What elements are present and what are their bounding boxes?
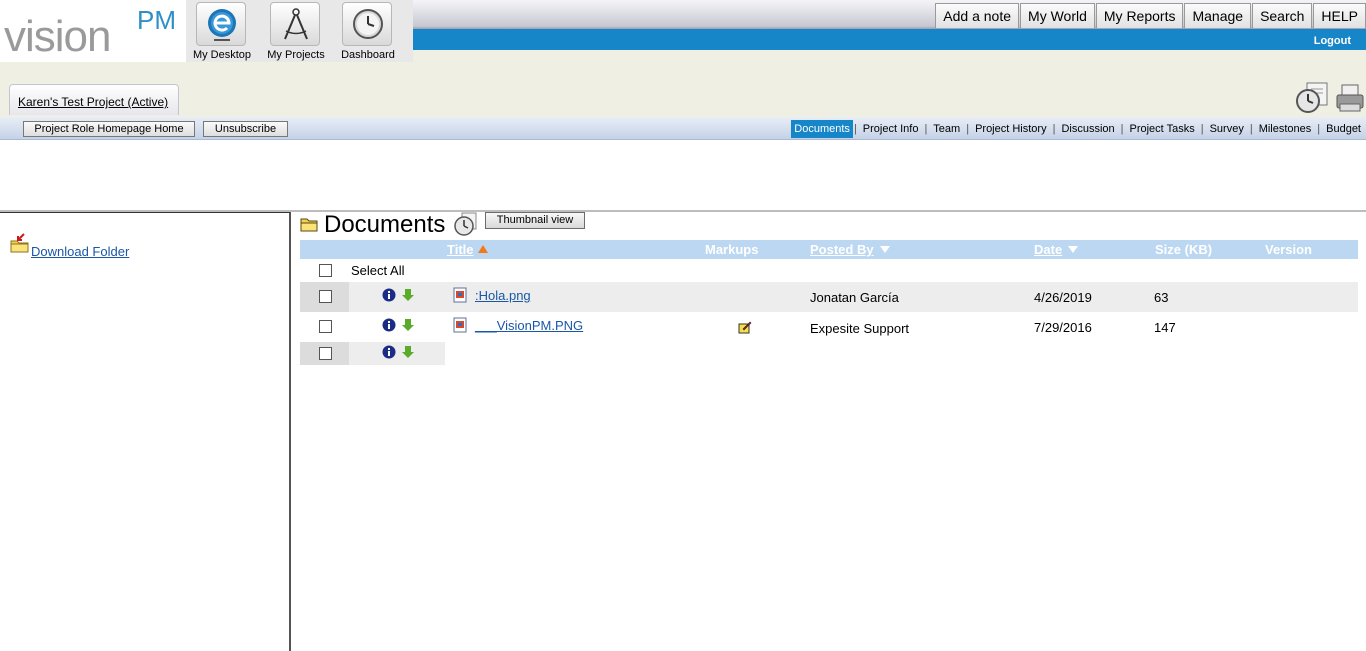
sort-title-link[interactable]: Title [447, 242, 474, 257]
desktop-e-icon [196, 2, 246, 46]
bulk-action-row [300, 342, 445, 365]
clock-icon [342, 2, 392, 46]
posted-by: Jonatan García [810, 290, 899, 305]
download-folder-icon [10, 233, 29, 253]
sort-desc-icon [1068, 246, 1078, 253]
logo-suffix: PM [137, 5, 176, 35]
documents-title: Documents [324, 211, 446, 238]
header-band-top [413, 50, 1366, 62]
sort-asc-icon [478, 245, 488, 253]
sort-desc-icon [880, 246, 890, 253]
project-tabs: Documents | Project Info | Team | Projec… [791, 120, 1366, 138]
row-checkbox[interactable] [319, 320, 332, 333]
markups-header: Markups [705, 242, 759, 257]
download-arrow-icon[interactable] [401, 288, 415, 302]
date: 7/29/2016 [1034, 320, 1092, 335]
document-link[interactable]: ___VisionPM.PNG [475, 318, 583, 333]
thumbnail-view-button[interactable]: Thumbnail view [485, 212, 585, 229]
help-button[interactable]: HELP [1313, 3, 1366, 28]
header-band [0, 62, 1366, 117]
document-link[interactable]: :Hola.png [475, 288, 531, 303]
download-folder-link[interactable]: Download Folder [31, 244, 129, 259]
posted-by: Expesite Support [810, 321, 910, 336]
project-tab-label: Karen's Test Project (Active) [18, 95, 169, 109]
tab-milestones[interactable]: Milestones [1254, 120, 1317, 138]
size: 63 [1154, 290, 1169, 305]
download-arrow-icon[interactable] [401, 318, 415, 332]
my-desktop-button[interactable]: My Desktop [186, 0, 258, 64]
top-menu-bar: Add a note My World My Reports Manage Se… [413, 0, 1366, 29]
my-world-button[interactable]: My World [1020, 3, 1095, 28]
my-projects-label: My Projects [267, 49, 325, 61]
bulk-checkbox[interactable] [319, 347, 332, 360]
row-checkbox[interactable] [319, 290, 332, 303]
markup-pencil-icon[interactable] [738, 320, 752, 334]
my-projects-button[interactable]: My Projects [260, 0, 332, 64]
visionpm-logo[interactable]: vision PM [0, 0, 186, 62]
select-all-label: Select All [351, 263, 405, 278]
tab-project-history[interactable]: Project History [970, 120, 1052, 138]
tab-documents[interactable]: Documents [791, 120, 853, 138]
add-note-button[interactable]: Add a note [935, 3, 1020, 28]
tab-team[interactable]: Team [928, 120, 965, 138]
image-file-icon [453, 287, 467, 303]
search-button[interactable]: Search [1252, 3, 1313, 28]
unsubscribe-button[interactable]: Unsubscribe [203, 121, 288, 137]
image-file-icon [453, 317, 467, 333]
select-all-checkbox[interactable] [319, 264, 332, 277]
folder-icon [300, 218, 318, 232]
history-clock-icon[interactable] [1295, 82, 1329, 114]
user-bar [413, 29, 1366, 50]
tab-budget[interactable]: Budget [1321, 120, 1366, 138]
table-row: :Hola.png Jonatan García 4/26/2019 63 [300, 282, 1358, 312]
dashboard-label: Dashboard [341, 49, 395, 61]
download-arrow-icon[interactable] [401, 345, 415, 359]
compass-icon [270, 2, 320, 46]
select-all-row: Select All [300, 259, 1358, 282]
sort-date-link[interactable]: Date [1034, 242, 1062, 257]
my-desktop-label: My Desktop [192, 49, 252, 61]
folder-panel: Download Folder [0, 212, 291, 651]
tab-discussion[interactable]: Discussion [1056, 120, 1119, 138]
size: 147 [1154, 320, 1176, 335]
logo-word: vision [4, 12, 111, 61]
logout-link[interactable]: Logout [1314, 35, 1351, 47]
print-icon[interactable] [1335, 82, 1366, 114]
info-icon[interactable] [382, 345, 396, 359]
documents-table-header: Title Markups Posted By Date Size (KB) V… [300, 240, 1358, 259]
date: 4/26/2019 [1034, 290, 1092, 305]
table-row: ___VisionPM.PNG Expesite Support 7/29/20… [300, 312, 1358, 342]
project-nav-bar: Project Role Homepage Home Unsubscribe D… [0, 117, 1366, 140]
top-menu: Add a note My World My Reports Manage Se… [934, 3, 1366, 28]
document-history-icon[interactable] [453, 212, 479, 236]
info-icon[interactable] [382, 318, 396, 332]
my-reports-button[interactable]: My Reports [1095, 3, 1184, 28]
project-tab[interactable]: Karen's Test Project (Active) [9, 84, 179, 115]
manage-button[interactable]: Manage [1184, 3, 1252, 28]
version-header: Version [1265, 242, 1312, 257]
tab-survey[interactable]: Survey [1205, 120, 1249, 138]
size-header: Size (KB) [1155, 242, 1213, 257]
tab-project-tasks[interactable]: Project Tasks [1125, 120, 1200, 138]
sort-posted-by-link[interactable]: Posted By [810, 242, 874, 257]
tab-project-info[interactable]: Project Info [858, 120, 924, 138]
app: vision PM My Desktop My Projects Dashboa… [0, 0, 1366, 651]
dashboard-button[interactable]: Dashboard [332, 0, 404, 64]
project-role-homepage-button[interactable]: Project Role Homepage Home [23, 121, 195, 137]
quick-launch-bar: My Desktop My Projects Dashboard [186, 0, 413, 64]
info-icon[interactable] [382, 288, 396, 302]
